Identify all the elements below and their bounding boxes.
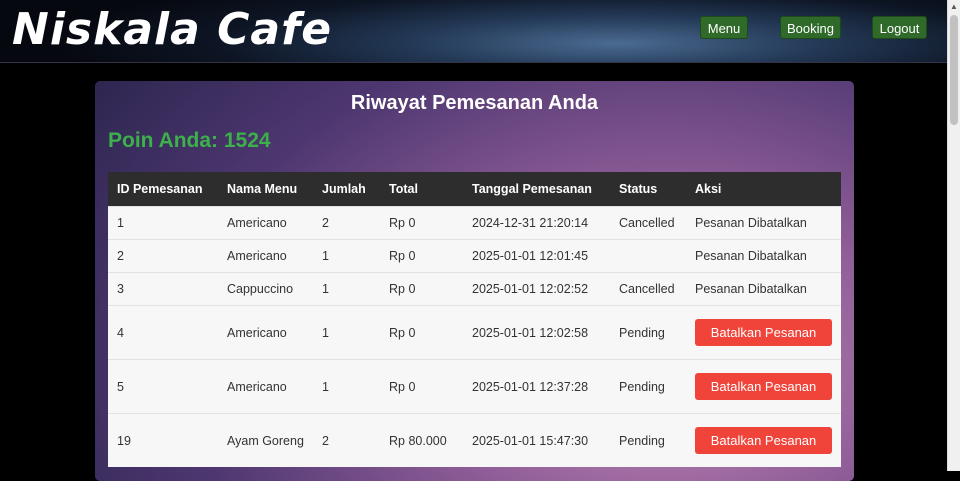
cell-total: Rp 0 <box>380 206 463 240</box>
cancel-order-button[interactable]: Batalkan Pesanan <box>695 319 832 346</box>
column-header-total: Total <box>380 172 463 207</box>
cell-qty: 1 <box>313 239 380 273</box>
table-row: 4 Americano 1 Rp 0 2025-01-01 12:02:58 P… <box>108 305 841 360</box>
cell-action: Batalkan Pesanan <box>686 305 841 360</box>
nav-booking-button[interactable]: Booking <box>780 16 841 39</box>
column-header-id: ID Pemesanan <box>108 172 218 207</box>
cell-date: 2025-01-01 12:02:52 <box>463 272 610 306</box>
cell-qty: 1 <box>313 305 380 360</box>
cell-status: Pending <box>610 305 686 360</box>
column-header-action: Aksi <box>686 172 841 207</box>
cell-date: 2025-01-01 12:37:28 <box>463 359 610 414</box>
cell-id: 1 <box>108 206 218 240</box>
table-row: 5 Americano 1 Rp 0 2025-01-01 12:37:28 P… <box>108 359 841 414</box>
site-header: Niskala Cafe Menu Booking Logout <box>0 0 948 63</box>
cell-menu: Americano <box>218 359 313 414</box>
scrollbar-thumb[interactable] <box>950 15 958 125</box>
table-row: 3 Cappuccino 1 Rp 0 2025-01-01 12:02:52 … <box>108 272 841 306</box>
cell-status: Cancelled <box>610 272 686 306</box>
table-row: 19 Ayam Goreng 2 Rp 80.000 2025-01-01 15… <box>108 413 841 467</box>
table-row: 1 Americano 2 Rp 0 2024-12-31 21:20:14 C… <box>108 206 841 240</box>
order-history-panel: Riwayat Pemesanan Anda Poin Anda: 1524 I… <box>95 81 854 481</box>
points-label: Poin Anda: 1524 <box>108 129 271 152</box>
table-header-row: ID Pemesanan Nama Menu Jumlah Total Tang… <box>108 172 841 207</box>
cell-menu: Ayam Goreng <box>218 413 313 467</box>
cell-date: 2025-01-01 12:01:45 <box>463 239 610 273</box>
column-header-date: Tanggal Pemesanan <box>463 172 610 207</box>
cell-date: 2025-01-01 15:47:30 <box>463 413 610 467</box>
cell-action-text: Pesanan Dibatalkan <box>686 239 841 273</box>
cell-menu: Americano <box>218 206 313 240</box>
scroll-up-icon[interactable]: ▲ <box>948 0 960 14</box>
cell-id: 3 <box>108 272 218 306</box>
cell-status: Cancelled <box>610 206 686 240</box>
cell-menu: Americano <box>218 305 313 360</box>
table-row: 2 Americano 1 Rp 0 2025-01-01 12:01:45 P… <box>108 239 841 273</box>
cell-status: Pending <box>610 359 686 414</box>
nav-logout-button[interactable]: Logout <box>872 16 927 39</box>
page-title: Riwayat Pemesanan Anda <box>350 92 599 114</box>
order-table: ID Pemesanan Nama Menu Jumlah Total Tang… <box>108 172 841 467</box>
cell-total: Rp 0 <box>380 359 463 414</box>
cell-id: 2 <box>108 239 218 273</box>
cell-id: 4 <box>108 305 218 360</box>
cell-id: 5 <box>108 359 218 414</box>
cell-qty: 1 <box>313 359 380 414</box>
cell-action-text: Pesanan Dibatalkan <box>686 272 841 306</box>
cell-qty: 2 <box>313 206 380 240</box>
cell-date: 2024-12-31 21:20:14 <box>463 206 610 240</box>
nav-menu-button[interactable]: Menu <box>700 16 748 39</box>
cell-action-text: Pesanan Dibatalkan <box>686 206 841 240</box>
brand-logo[interactable]: Niskala Cafe <box>12 4 332 55</box>
cell-total: Rp 0 <box>380 239 463 273</box>
cell-status <box>610 239 686 273</box>
cell-total: Rp 0 <box>380 272 463 306</box>
cell-status: Pending <box>610 413 686 467</box>
cancel-order-button[interactable]: Batalkan Pesanan <box>695 373 832 400</box>
cell-total: Rp 0 <box>380 305 463 360</box>
column-header-menu: Nama Menu <box>218 172 313 207</box>
cell-qty: 1 <box>313 272 380 306</box>
cell-qty: 2 <box>313 413 380 467</box>
cell-menu: Cappuccino <box>218 272 313 306</box>
column-header-qty: Jumlah <box>313 172 380 207</box>
cell-id: 19 <box>108 413 218 467</box>
page-scrollbar[interactable]: ▲ <box>947 0 960 471</box>
cell-menu: Americano <box>218 239 313 273</box>
cell-total: Rp 80.000 <box>380 413 463 467</box>
cell-date: 2025-01-01 12:02:58 <box>463 305 610 360</box>
cell-action: Batalkan Pesanan <box>686 413 841 467</box>
column-header-status: Status <box>610 172 686 207</box>
cell-action: Batalkan Pesanan <box>686 359 841 414</box>
cancel-order-button[interactable]: Batalkan Pesanan <box>695 427 832 454</box>
